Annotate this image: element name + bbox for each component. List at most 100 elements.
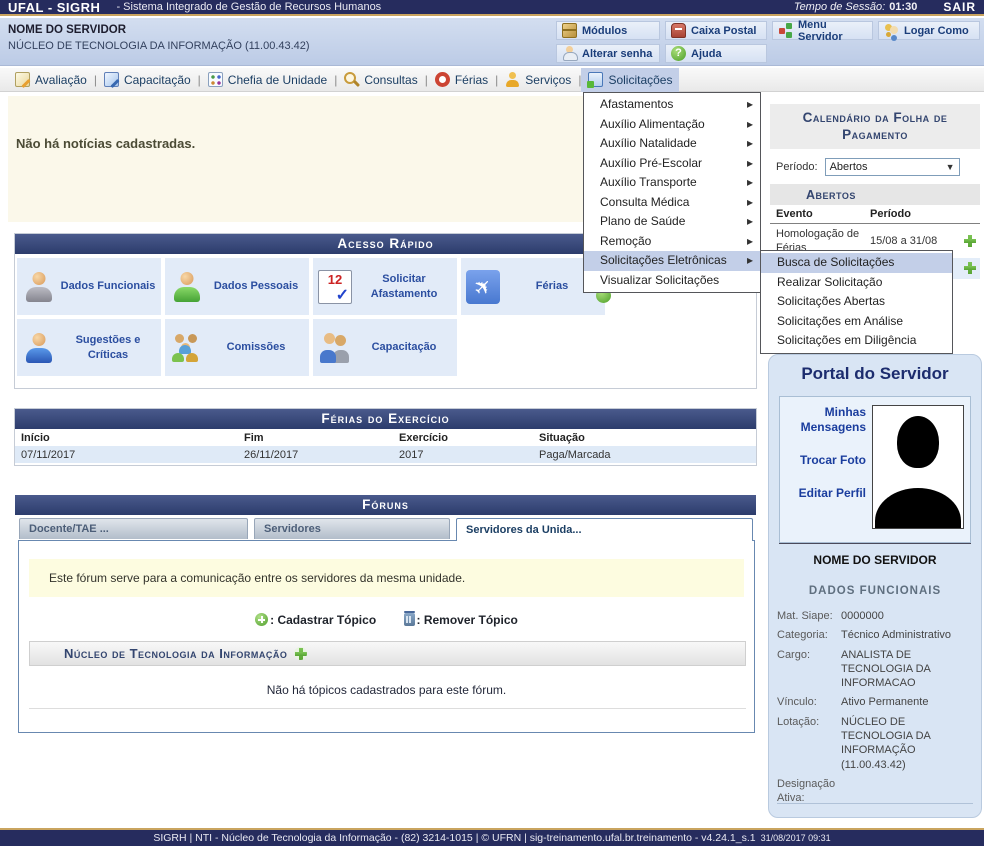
editar-perfil-link[interactable]: Editar Perfil xyxy=(784,486,866,501)
ferias-exercicio-title: Férias do Exercício xyxy=(15,409,756,429)
card-solicitar-afastamento[interactable]: Solicitar Afastamento xyxy=(313,258,457,315)
legend-remover-label: : Remover Tópico xyxy=(417,613,518,627)
minhas-mensagens-link[interactable]: Minhas Mensagens xyxy=(784,405,866,435)
cell-exercicio: 2017 xyxy=(393,446,533,463)
card-dados-funcionais[interactable]: Dados Funcionais xyxy=(17,258,161,315)
menu-item-auxilio-pre-escolar[interactable]: Auxílio Pré-Escolar xyxy=(584,154,760,174)
submenu-item-label: Realizar Solicitação xyxy=(777,275,882,289)
menu-label: Capacitação xyxy=(124,73,191,87)
modules-icon xyxy=(562,23,577,38)
field-label: Lotação: xyxy=(777,715,841,772)
tab-docente-tae[interactable]: Docente/TAE ... xyxy=(19,518,248,539)
people-group-icon xyxy=(170,331,204,365)
add-event-icon[interactable] xyxy=(964,262,976,274)
add-topic-icon[interactable] xyxy=(255,613,268,626)
logout-button[interactable]: SAIR xyxy=(943,0,976,14)
menu-item-visualizar-solicitacoes[interactable]: Visualizar Solicitações xyxy=(584,271,760,291)
col-situacao: Situação xyxy=(533,429,756,446)
forum-notice: Este fórum serve para a comunicação entr… xyxy=(29,559,744,597)
ajuda-button[interactable]: Ajuda xyxy=(665,44,767,63)
menu-item-auxilio-transporte[interactable]: Auxílio Transporte xyxy=(584,173,760,193)
menu-avaliacao[interactable]: Avaliação xyxy=(8,68,94,92)
system-subtitle: - Sistema Integrado de Gestão de Recurso… xyxy=(116,1,381,13)
menu-item-afastamentos[interactable]: Afastamentos xyxy=(584,95,760,115)
menu-item-auxilio-alimentacao[interactable]: Auxílio Alimentação xyxy=(584,115,760,135)
org-chart-icon xyxy=(208,72,223,87)
caixa-postal-button[interactable]: Caixa Postal xyxy=(665,21,767,40)
menu-item-auxilio-natalidade[interactable]: Auxílio Natalidade xyxy=(584,134,760,154)
tab-servidores[interactable]: Servidores xyxy=(254,518,450,539)
menu-item-solicitacoes-eletronicas[interactable]: Solicitações Eletrônicas xyxy=(584,251,760,271)
period-selected-value: Abertos xyxy=(830,161,868,173)
menu-label: Solicitações xyxy=(608,73,672,87)
card-sugestoes-criticas[interactable]: Sugestões e Críticas xyxy=(17,319,161,376)
add-event-icon[interactable] xyxy=(964,235,976,247)
menu-capacitacao[interactable]: Capacitação xyxy=(97,68,198,92)
card-label: Comissões xyxy=(208,340,304,354)
menu-servicos[interactable]: Serviços xyxy=(498,68,578,92)
modulos-button[interactable]: Módulos xyxy=(556,21,660,40)
menu-consultas[interactable]: Consultas xyxy=(337,68,424,92)
card-dados-pessoais[interactable]: Dados Pessoais xyxy=(165,258,309,315)
card-label: Dados Funcionais xyxy=(60,279,156,293)
forum-footer-row xyxy=(29,708,746,722)
request-doc-icon xyxy=(588,72,603,87)
menu-item-consulta-medica[interactable]: Consulta Médica xyxy=(584,193,760,213)
person-green-icon xyxy=(170,270,204,304)
session-timer: Tempo de Sessão:01:30 xyxy=(794,1,917,13)
submenu-item-busca-de-solicitacoes[interactable]: Busca de Solicitações xyxy=(761,253,952,273)
ferias-exercicio-panel: Férias do Exercício Início Fim Exercício… xyxy=(14,408,757,466)
card-comissoes[interactable]: Comissões xyxy=(165,319,309,376)
modulos-label: Módulos xyxy=(582,25,627,37)
submenu-item-solicitacoes-em-diligencia[interactable]: Solicitações em Diligência xyxy=(761,331,952,351)
alterar-senha-label: Alterar senha xyxy=(582,48,652,60)
field-value: Ativo Permanente xyxy=(841,695,975,709)
foruns-title: Fóruns xyxy=(15,495,756,515)
logar-como-button[interactable]: Logar Como xyxy=(878,21,980,40)
tab-servidores-da-unidade[interactable]: Servidores da Unida... xyxy=(456,518,753,541)
session-label: Tempo de Sessão: xyxy=(794,1,885,13)
menu-ferias[interactable]: Férias xyxy=(428,68,495,92)
menu-label: Consultas xyxy=(364,73,417,87)
users-icon xyxy=(884,23,899,38)
add-topic-group-icon[interactable] xyxy=(294,647,307,660)
headset-person-icon xyxy=(22,331,56,365)
forum-empty-message: Não há tópicos cadastrados para este fór… xyxy=(19,683,754,697)
field-label: Designação Ativa: xyxy=(777,777,841,806)
abertos-section-title: Abertos xyxy=(770,184,980,205)
sigrh-portal-page: UFAL - SIGRH - Sistema Integrado de Gest… xyxy=(0,0,984,846)
period-select[interactable]: Abertos xyxy=(825,158,960,176)
menu-item-label: Auxílio Pré-Escolar xyxy=(600,156,702,170)
main-menubar: Avaliação | Capacitação | Chefia de Unid… xyxy=(0,68,984,92)
menu-item-plano-de-saude[interactable]: Plano de Saúde xyxy=(584,212,760,232)
col-fim: Fim xyxy=(238,429,393,446)
solicitacoes-dropdown: Afastamentos Auxílio Alimentação Auxílio… xyxy=(583,92,761,293)
mailbox-icon xyxy=(671,23,686,38)
menu-chefia-de-unidade[interactable]: Chefia de Unidade xyxy=(201,68,334,92)
ajuda-label: Ajuda xyxy=(691,48,722,60)
person-icon xyxy=(505,72,520,87)
trocar-foto-link[interactable]: Trocar Foto xyxy=(784,453,866,468)
menu-item-label: Consulta Médica xyxy=(600,195,689,209)
ferias-table-row: 07/11/2017 26/11/2017 2017 Paga/Marcada xyxy=(15,446,756,463)
remove-topic-icon[interactable] xyxy=(404,613,415,626)
submenu-item-label: Solicitações em Diligência xyxy=(777,333,916,347)
menu-item-remocao[interactable]: Remoção xyxy=(584,232,760,252)
footer-timestamp: 31/08/2017 09:31 xyxy=(761,833,831,843)
lifebuoy-icon xyxy=(435,72,450,87)
card-label: Dados Pessoais xyxy=(208,279,304,293)
field-row: Vínculo: Ativo Permanente xyxy=(777,695,975,709)
card-capacitacao[interactable]: Capacitação xyxy=(313,319,457,376)
menu-solicitacoes[interactable]: Solicitações xyxy=(581,68,679,92)
menu-item-label: Solicitações Eletrônicas xyxy=(600,253,727,267)
submenu-item-realizar-solicitacao[interactable]: Realizar Solicitação xyxy=(761,273,952,293)
menu-servidor-button[interactable]: Menu Servidor xyxy=(772,21,873,40)
ferias-table-header: Início Fim Exercício Situação xyxy=(15,429,756,446)
menu-item-label: Auxílio Transporte xyxy=(600,175,697,189)
card-label: Capacitação xyxy=(356,340,452,354)
alterar-senha-button[interactable]: Alterar senha xyxy=(556,44,660,63)
submenu-item-solicitacoes-em-analise[interactable]: Solicitações em Análise xyxy=(761,312,952,332)
card-label: Sugestões e Críticas xyxy=(60,333,156,362)
submenu-item-solicitacoes-abertas[interactable]: Solicitações Abertas xyxy=(761,292,952,312)
two-people-icon xyxy=(318,331,352,365)
